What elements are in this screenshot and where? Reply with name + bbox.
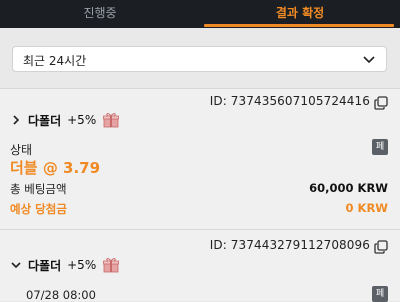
bonus-rate: +5% <box>67 113 97 127</box>
tab-in-progress[interactable]: 진행중 <box>0 0 200 28</box>
active-tab-indicator <box>204 24 394 27</box>
bet-card: ID: 737435607105724416 다폴더 +5% 상태 페 더블 @… <box>0 88 400 229</box>
stake-value: 60,000 KRW <box>309 181 388 195</box>
gift-icon <box>103 258 120 273</box>
copy-icon[interactable] <box>374 240 388 254</box>
payout-value: 0 KRW <box>345 201 388 215</box>
gift-icon <box>103 113 120 128</box>
tab-bar: 진행중 결과 확정 <box>0 0 400 28</box>
bet-id: ID: 737443279112708096 <box>209 238 370 252</box>
stake-label: 총 베팅금액 <box>10 182 67 196</box>
chevron-right-icon <box>13 115 20 125</box>
bet-type: 다폴더 <box>28 113 62 128</box>
copy-icon[interactable] <box>374 96 388 110</box>
payout-label: 예상 당첨금 <box>10 202 67 216</box>
bet-summary-row[interactable]: 다폴더 +5% <box>10 256 120 274</box>
bonus-rate: +5% <box>67 258 97 272</box>
document-icon[interactable]: 페 <box>372 139 388 155</box>
status-label: 상태 <box>10 143 33 157</box>
chevron-down-icon <box>11 262 21 269</box>
bet-type: 다폴더 <box>28 258 62 273</box>
status-value: 더블 @ 3.79 <box>10 159 101 177</box>
time-range-select[interactable]: 최근 24시간 <box>12 46 387 72</box>
time-range-value: 최근 24시간 <box>23 54 87 68</box>
bet-summary-row[interactable]: 다폴더 +5% <box>10 111 120 129</box>
bet-id: ID: 737435607105724416 <box>209 94 370 108</box>
chevron-down-icon <box>363 56 375 64</box>
bet-card: ID: 737443279112708096 다폴더 +5% 07/28 08:… <box>0 229 400 302</box>
